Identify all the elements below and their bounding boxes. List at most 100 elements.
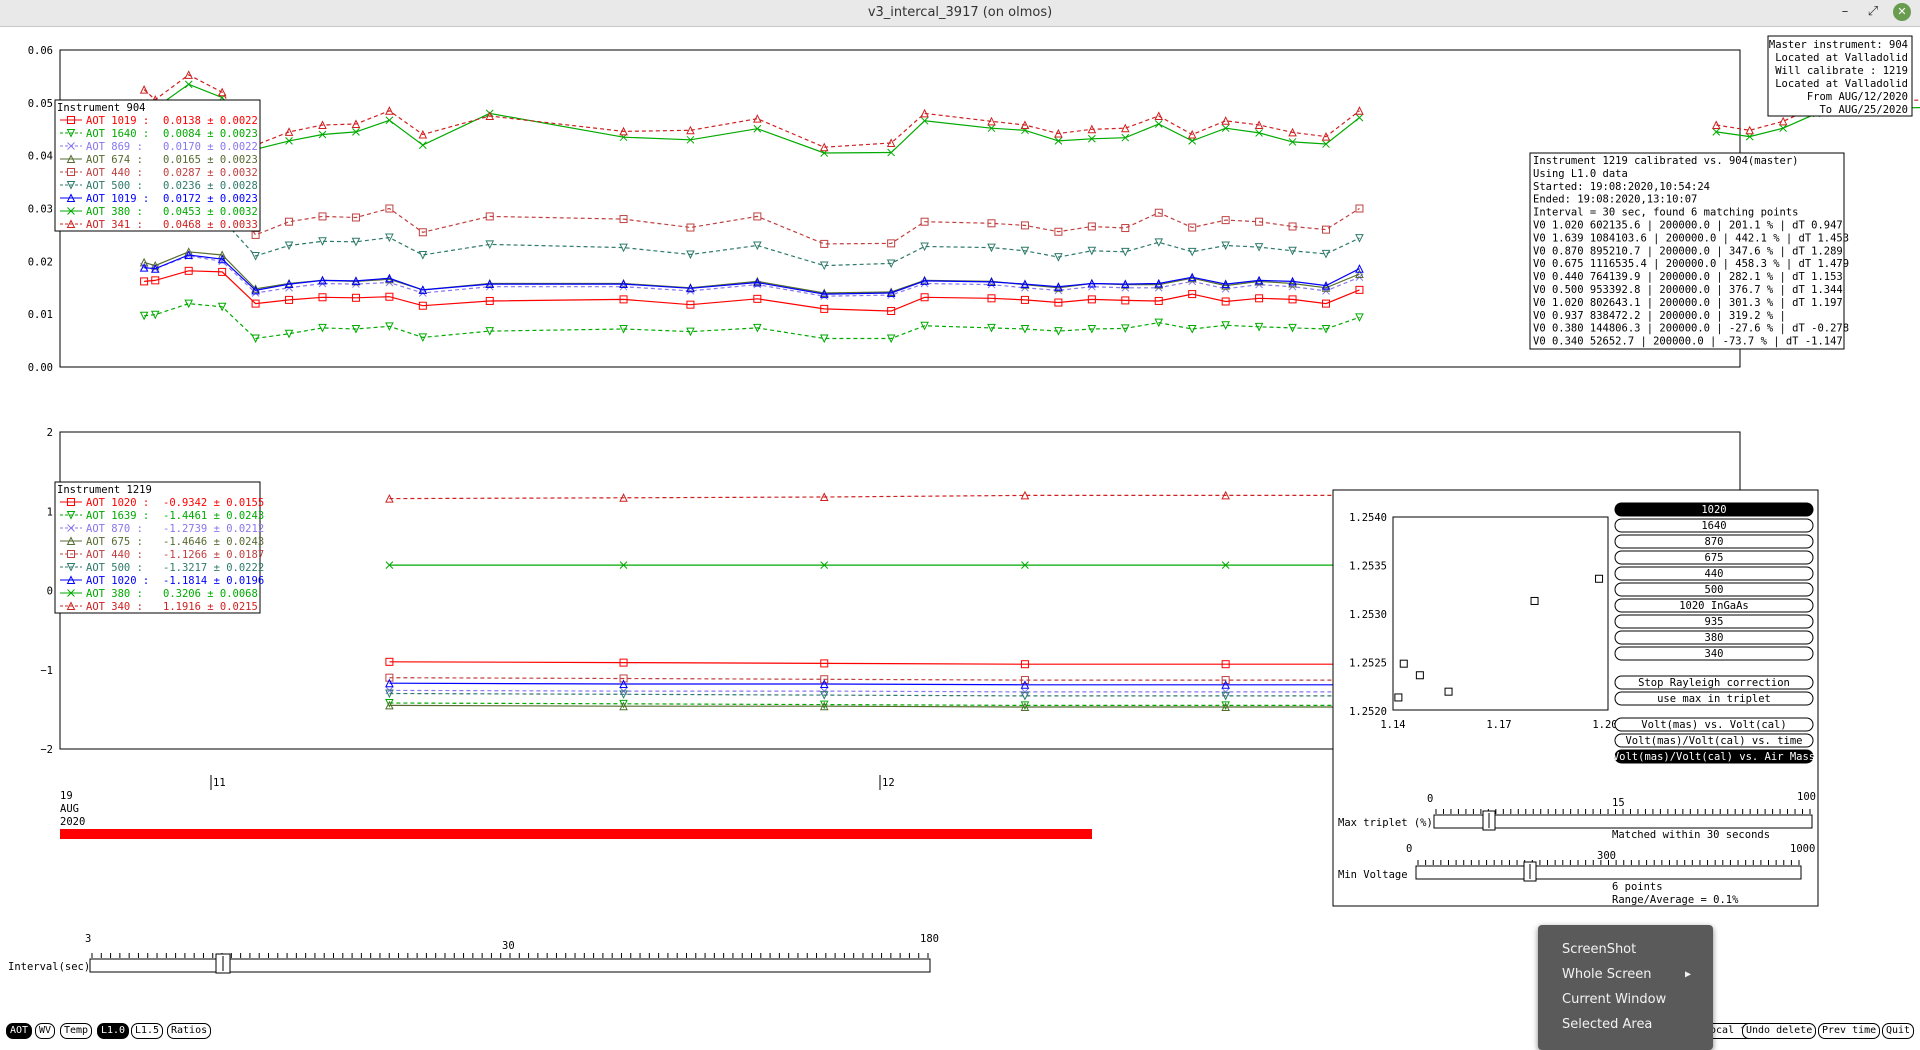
- wavelength-button-9[interactable]: 340: [1614, 646, 1814, 661]
- legend-value: -1.2739 ± 0.0212: [163, 523, 264, 535]
- aot-button[interactable]: AOT: [6, 1023, 33, 1039]
- series-line: [143, 255, 1360, 297]
- legend-value: -0.9342 ± 0.0155: [163, 497, 264, 509]
- menu-item-selected-area[interactable]: Selected Area: [1562, 1017, 1652, 1032]
- legend-label: AOT 674 :: [86, 154, 143, 166]
- time-tick-11: 11: [213, 777, 226, 789]
- series-6: [385, 678, 1431, 689]
- l10-button[interactable]: L1.0: [97, 1023, 130, 1039]
- master-info-line: From AUG/12/2020: [1807, 91, 1908, 103]
- bottom-legend-title: Instrument 1219: [57, 484, 152, 496]
- legend-label: AOT 380 :: [86, 588, 143, 600]
- master-info-line: To AUG/25/2020: [1819, 104, 1908, 116]
- ratios-button[interactable]: Ratios: [167, 1023, 212, 1039]
- master-info-line: Master instrument: 904: [1769, 39, 1908, 51]
- temp-button[interactable]: Temp: [60, 1023, 93, 1039]
- wavelength-button-5[interactable]: 500: [1614, 582, 1814, 597]
- calibration-line: V0 0.340 52652.7 | 200000.0 | -73.7 % | …: [1533, 336, 1843, 348]
- legend-label: AOT 1019 :: [86, 115, 149, 127]
- calibration-line: Instrument 1219 calibrated vs. 904(maste…: [1533, 155, 1799, 167]
- legend-value: 0.0165 ± 0.0023: [163, 154, 258, 166]
- series-4: [385, 673, 1431, 685]
- mode-button-1-label: Volt(mas)/Volt(cal) vs. time: [1625, 735, 1802, 747]
- wavelength-button-0[interactable]: 1020: [1614, 502, 1814, 517]
- main-canvas: 0.06 0.05 0.04 0.03 0.02 0.01 0.00 2 1 0 −1 −2 Ins…: [8, 35, 1920, 974]
- wavelength-button-8[interactable]: 380: [1614, 630, 1814, 645]
- time-tick-12: 12: [882, 777, 895, 789]
- wavelength-button-6[interactable]: 1020 InGaAs: [1614, 598, 1814, 613]
- legend-value: -1.1814 ± 0.0196: [163, 575, 264, 587]
- series-line: [144, 270, 1360, 312]
- prev-time-button[interactable]: Prev time: [1818, 1023, 1881, 1039]
- master-info-line: Located at Valladolid: [1775, 78, 1908, 90]
- bottom-chart-y-axis: 2 1 0 −1 −2: [40, 427, 53, 756]
- wavelength-button-4-label: 440: [1705, 568, 1724, 580]
- scatter-frame: [1392, 516, 1609, 711]
- legend-value: -1.4461 ± 0.0243: [163, 510, 264, 522]
- legend-value: 0.0468 ± 0.0033: [163, 219, 258, 231]
- legend-value: 0.0236 ± 0.0028: [163, 180, 258, 192]
- mode-button-0[interactable]: Volt(mas) vs. Volt(cal): [1614, 717, 1814, 732]
- legend-value: 0.0287 ± 0.0032: [163, 167, 258, 179]
- max-triplet-tick-15: 15: [1612, 797, 1625, 809]
- legend-value: 0.0172 ± 0.0023: [163, 193, 258, 205]
- scatter-y-tick: 1.2520: [1349, 706, 1387, 718]
- legend-label: AOT 440 :: [86, 167, 143, 179]
- bottom-chart-series: [385, 490, 1431, 711]
- selection-time-bar[interactable]: [60, 829, 1092, 839]
- series-line: [144, 302, 1360, 340]
- menu-item-whole-screen[interactable]: Whole Screen: [1562, 967, 1651, 982]
- wavelength-button-1-label: 1640: [1701, 520, 1726, 532]
- calibration-line: V0 0.500 953392.8 | 200000.0 | 376.7 % |…: [1533, 284, 1843, 296]
- interval-label: Interval(sec): [8, 961, 90, 973]
- min-voltage-label: Min Voltage: [1338, 869, 1408, 881]
- legend-value: -1.1266 ± 0.0187: [163, 549, 264, 561]
- wv-button[interactable]: WV: [35, 1023, 56, 1039]
- interval-tick-30: 30: [502, 940, 515, 952]
- wavelength-button-1[interactable]: 1640: [1614, 518, 1814, 533]
- series-line: [389, 692, 1427, 697]
- wavelength-button-9-label: 340: [1705, 648, 1724, 660]
- series-line: [389, 494, 1427, 500]
- legend-value: 0.0138 ± 0.0022: [163, 115, 258, 127]
- top-chart-frame: [59, 49, 1741, 368]
- scatter-y-tick: 1.2535: [1349, 561, 1387, 573]
- wavelength-button-7[interactable]: 935: [1614, 614, 1814, 629]
- min-voltage-slider-track[interactable]: [1415, 865, 1802, 880]
- mode-button-1[interactable]: Volt(mas)/Volt(cal) vs. time: [1614, 733, 1814, 748]
- mode-button-2[interactable]: Volt(mas)/Volt(cal) vs. Air Mass: [1613, 749, 1815, 764]
- calibration-line: V0 1.020 602135.6 | 200000.0 | 201.1 % |…: [1533, 220, 1843, 232]
- submenu-arrow-icon: ▶: [1684, 969, 1691, 980]
- y-tick-label: 0.05: [28, 98, 53, 110]
- series-line: [143, 251, 1360, 294]
- option-button-1-label: use max in triplet: [1657, 693, 1771, 705]
- legend-value: 0.0170 ± 0.0022: [163, 141, 258, 153]
- min-voltage-tick-1000: 1000: [1790, 843, 1815, 855]
- calibration-line: V0 1.020 802643.1 | 200000.0 | 301.3 % |…: [1533, 297, 1843, 309]
- wavelength-button-3[interactable]: 675: [1614, 550, 1814, 565]
- wavelength-button-2[interactable]: 870: [1614, 534, 1814, 549]
- y-tick-label: 1: [47, 506, 53, 518]
- wavelength-button-4[interactable]: 440: [1614, 566, 1814, 581]
- y-tick-label: 0.01: [28, 309, 53, 321]
- legend-label: AOT 1020 :: [86, 575, 149, 587]
- scatter-x-tick: 1.14: [1380, 719, 1405, 731]
- option-button-0[interactable]: Stop Rayleigh correction: [1614, 675, 1814, 690]
- legend-value: -1.4646 ± 0.0243: [163, 536, 264, 548]
- quit-button[interactable]: Quit: [1882, 1023, 1915, 1039]
- menu-item-screenshot[interactable]: ScreenShot: [1562, 942, 1636, 957]
- option-button-1[interactable]: use max in triplet: [1614, 691, 1814, 706]
- scatter-y-tick: 1.2540: [1349, 512, 1387, 524]
- legend-label: AOT 500 :: [86, 180, 143, 192]
- bottom-legend: Instrument 1219 AOT 1020 : -0.9342 ± 0.01…: [54, 481, 264, 614]
- max-triplet-label: Max triplet (%): [1338, 817, 1433, 829]
- wavelength-button-8-label: 380: [1705, 632, 1724, 644]
- l15-button[interactable]: L1.5: [131, 1023, 164, 1039]
- calibration-line: V0 0.440 764139.9 | 200000.0 | 282.1 % |…: [1533, 271, 1843, 283]
- menu-item-current-window[interactable]: Current Window: [1562, 992, 1666, 1007]
- series-7: [140, 80, 1920, 157]
- legend-label: AOT 1640 :: [86, 128, 149, 140]
- mode-button-0-label: Volt(mas) vs. Volt(cal): [1641, 719, 1786, 731]
- series-line: [389, 689, 1427, 693]
- undo-delete-button[interactable]: Undo delete: [1742, 1023, 1817, 1039]
